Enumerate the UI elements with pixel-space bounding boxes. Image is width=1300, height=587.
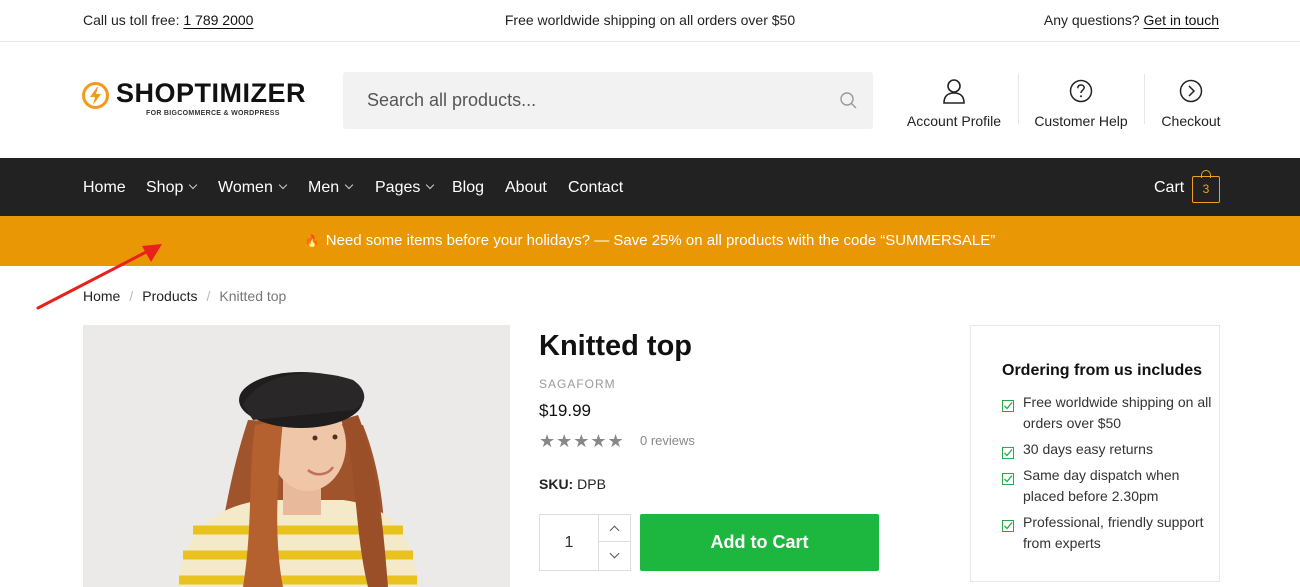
- nav-item-pages[interactable]: Pages: [375, 179, 435, 197]
- list-item: Free worldwide shipping on all orders ov…: [1002, 392, 1212, 434]
- ordering-title: Ordering from us includes: [1002, 362, 1203, 379]
- bolt-icon: [82, 82, 109, 109]
- account-profile-label: Account Profile: [906, 113, 1002, 129]
- checkbox-check-icon: [1002, 517, 1014, 538]
- product-photo: [83, 325, 510, 587]
- breadcrumb-home[interactable]: Home: [83, 288, 120, 304]
- sku-value: DPB: [577, 476, 606, 492]
- checkout-link[interactable]: Checkout: [1158, 76, 1224, 129]
- nav-label: About: [505, 179, 547, 196]
- product-image[interactable]: [83, 325, 510, 587]
- nav-item-about[interactable]: About: [505, 179, 547, 197]
- breadcrumb: Home / Products / Knitted top: [83, 288, 286, 304]
- search-bar: [343, 72, 873, 129]
- fire-icon: 🔥: [304, 234, 320, 248]
- logo-subtext: FOR BIGCOMMERCE & WORDPRESS: [146, 110, 280, 117]
- search-input[interactable]: [343, 72, 823, 129]
- nav-label: Shop: [146, 179, 184, 196]
- promo-text: Need some items before your holidays? — …: [325, 232, 996, 249]
- logo[interactable]: SHOPTIMIZER FOR BIGCOMMERCE & WORDPRESS: [82, 80, 306, 117]
- nav-item-men[interactable]: Men: [308, 179, 354, 197]
- chevron-down-icon: [344, 180, 354, 190]
- breadcrumb-products[interactable]: Products: [142, 288, 197, 304]
- logo-text: SHOPTIMIZER: [116, 78, 307, 108]
- ordering-info-box: Ordering from us includes Free worldwide…: [970, 325, 1220, 582]
- customer-help-link[interactable]: Customer Help: [1030, 76, 1132, 129]
- product-title: Knitted top: [539, 330, 693, 362]
- nav-item-shop[interactable]: Shop: [146, 179, 198, 197]
- nav-label: Home: [83, 179, 126, 196]
- cart-label: Cart: [1154, 179, 1185, 196]
- product-sku: SKU: DPB: [539, 476, 606, 492]
- header-divider: [1144, 74, 1145, 124]
- breadcrumb-current: Knitted top: [219, 288, 287, 304]
- questions: Any questions? Get in touch: [1044, 12, 1219, 28]
- quantity-input[interactable]: [540, 515, 598, 570]
- ordering-item-text: Free worldwide shipping on all orders ov…: [1023, 394, 1212, 431]
- top-bar: Call us toll free: 1 789 2000 Free world…: [0, 0, 1300, 42]
- product-brand[interactable]: SAGAFORM: [539, 377, 616, 391]
- ordering-item-text: 30 days easy returns: [1023, 441, 1153, 457]
- nav-item-women[interactable]: Women: [218, 179, 288, 197]
- nav-label: Blog: [452, 179, 485, 196]
- search-icon[interactable]: [840, 92, 857, 114]
- site-header: SHOPTIMIZER FOR BIGCOMMERCE & WORDPRESS …: [0, 42, 1300, 158]
- nav-item-home[interactable]: Home: [83, 179, 126, 197]
- quantity-stepper: [539, 514, 631, 571]
- breadcrumb-separator: /: [206, 288, 211, 304]
- chevron-down-icon: [278, 180, 288, 190]
- list-item: Same day dispatch when placed before 2.3…: [1002, 465, 1212, 507]
- nav-item-blog[interactable]: Blog: [452, 179, 484, 197]
- chevron-down-icon: [609, 548, 620, 559]
- nav-label: Contact: [568, 179, 624, 196]
- chevron-down-icon: [189, 180, 198, 190]
- account-profile-link[interactable]: Account Profile: [903, 76, 1005, 129]
- chevron-down-icon: [426, 180, 435, 190]
- nav-item-contact[interactable]: Contact: [568, 179, 623, 197]
- questions-prefix: Any questions?: [1043, 12, 1140, 28]
- chevron-circle-icon: [1158, 76, 1224, 106]
- ordering-list: Free worldwide shipping on all orders ov…: [1002, 392, 1212, 559]
- header-divider: [1018, 74, 1019, 124]
- main-nav: Home Shop Women Men Pages Blog About Con…: [0, 158, 1300, 216]
- product-price: $19.99: [539, 401, 591, 420]
- promo-banner: 🔥 Need some items before your holidays? —…: [0, 216, 1300, 266]
- ordering-item-text: Same day dispatch when placed before 2.3…: [1023, 467, 1180, 504]
- sku-label: SKU:: [539, 476, 574, 492]
- get-in-touch-link[interactable]: Get in touch: [1144, 12, 1220, 28]
- star-rating-icon: ★★★★★: [539, 431, 625, 451]
- nav-label: Men: [308, 179, 340, 196]
- bag-handle: [1201, 170, 1211, 178]
- quantity-increase-button[interactable]: [599, 515, 630, 542]
- quantity-decrease-button[interactable]: [599, 542, 630, 569]
- ordering-item-text: Professional, friendly support from expe…: [1023, 514, 1204, 551]
- list-item: 30 days easy returns: [1002, 439, 1212, 460]
- nav-label: Women: [218, 179, 273, 196]
- cart-link[interactable]: Cart: [1154, 179, 1184, 197]
- list-item: Professional, friendly support from expe…: [1002, 512, 1212, 554]
- user-icon: [903, 76, 1005, 106]
- checkout-label: Checkout: [1161, 113, 1221, 129]
- cart-count: 3: [1202, 182, 1210, 196]
- shopping-bag-icon[interactable]: 3: [1192, 170, 1220, 203]
- breadcrumb-separator: /: [129, 288, 134, 304]
- chevron-up-icon: [609, 525, 620, 535]
- quantity-buttons: [598, 515, 630, 570]
- nav-label: Pages: [375, 179, 421, 196]
- add-to-cart-button[interactable]: Add to Cart: [640, 514, 879, 571]
- reviews-count[interactable]: 0 reviews: [640, 433, 695, 448]
- checkbox-check-icon: [1002, 397, 1014, 418]
- help-circle-icon: [1030, 76, 1132, 106]
- customer-help-label: Customer Help: [1034, 113, 1128, 129]
- checkbox-check-icon: [1002, 470, 1014, 491]
- checkbox-check-icon: [1002, 444, 1014, 465]
